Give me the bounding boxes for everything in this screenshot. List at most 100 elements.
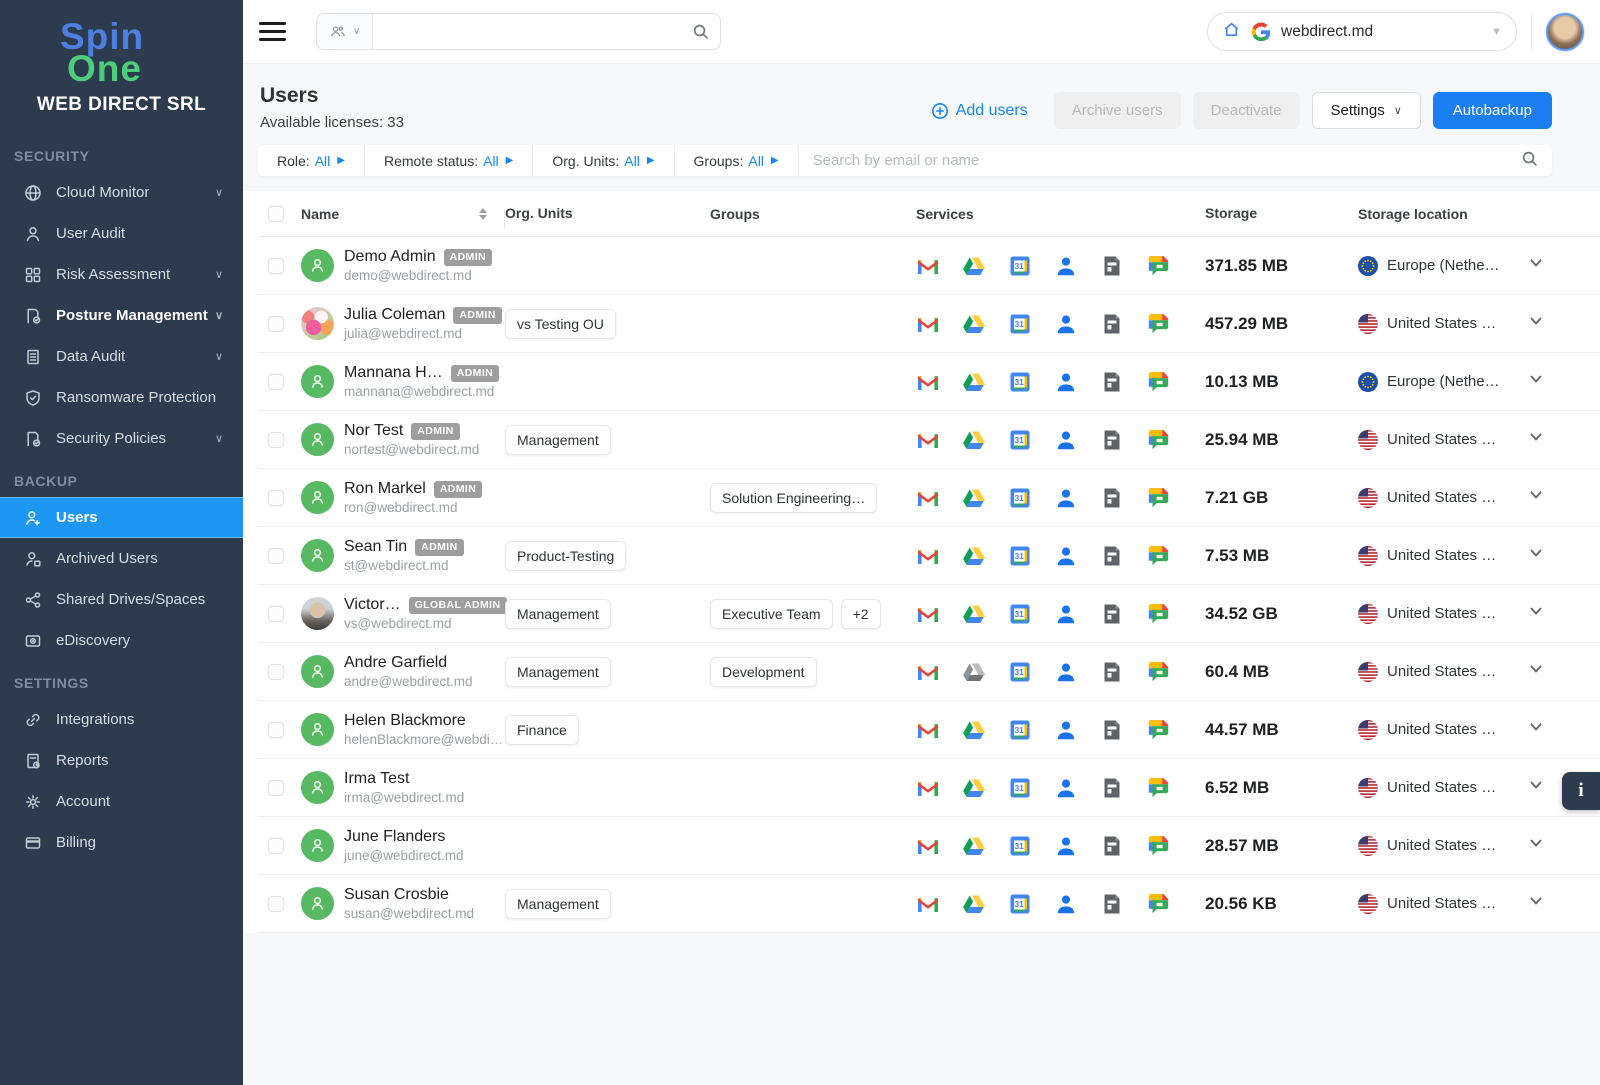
row-checkbox[interactable] bbox=[268, 258, 284, 274]
table-row[interactable]: Susan Crosbiesusan@webdirect.mdManagemen… bbox=[258, 875, 1600, 933]
hamburger-menu-icon[interactable] bbox=[259, 22, 286, 41]
us-flag-icon bbox=[1358, 546, 1378, 566]
avatar bbox=[301, 307, 334, 340]
drive-icon bbox=[962, 428, 986, 452]
svg-text:31: 31 bbox=[1014, 783, 1024, 793]
admin-badge: ADMIN bbox=[411, 423, 459, 440]
filter-remote-status[interactable]: Remote status:All▶ bbox=[365, 145, 533, 176]
sidebar-item-security-policies[interactable]: Security Policies∨ bbox=[0, 418, 243, 459]
contacts-icon bbox=[1054, 892, 1078, 916]
filter-label: Org. Units: bbox=[552, 153, 619, 169]
group-chip: Executive Team bbox=[710, 599, 833, 629]
row-checkbox[interactable] bbox=[268, 490, 284, 506]
group-chip: Development bbox=[710, 657, 817, 687]
user-avatar[interactable] bbox=[1546, 13, 1584, 51]
gear-icon bbox=[24, 793, 42, 811]
svg-text:31: 31 bbox=[1014, 899, 1024, 909]
sidebar-item-cloud-monitor[interactable]: Cloud Monitor∨ bbox=[0, 172, 243, 213]
row-checkbox[interactable] bbox=[268, 606, 284, 622]
sort-icon[interactable] bbox=[479, 208, 487, 220]
row-expand-chevron-icon[interactable] bbox=[1529, 546, 1543, 565]
plus-circle-icon bbox=[931, 102, 949, 120]
sidebar-item-account[interactable]: Account bbox=[0, 781, 243, 822]
sidebar-item-reports[interactable]: Reports bbox=[0, 740, 243, 781]
row-expand-chevron-icon[interactable] bbox=[1529, 778, 1543, 797]
search-icon[interactable] bbox=[692, 23, 709, 40]
row-checkbox[interactable] bbox=[268, 548, 284, 564]
person-archive-icon bbox=[24, 550, 42, 568]
storage-location: United States … bbox=[1387, 431, 1496, 448]
add-users-button[interactable]: Add users bbox=[931, 102, 1028, 120]
row-expand-chevron-icon[interactable] bbox=[1529, 488, 1543, 507]
table-row[interactable]: Victor…GLOBAL ADMINvs@webdirect.mdManage… bbox=[258, 585, 1600, 643]
caret-right-icon: ▶ bbox=[771, 155, 779, 166]
user-name-block: Nor TestADMINnortest@webdirect.md bbox=[344, 422, 479, 457]
row-expand-chevron-icon[interactable] bbox=[1529, 662, 1543, 681]
table-row[interactable]: Irma Testirma@webdirect.md316.52 MBUnite… bbox=[258, 759, 1600, 817]
sites-icon bbox=[1100, 428, 1124, 452]
row-checkbox[interactable] bbox=[268, 374, 284, 390]
table-row[interactable]: Julia ColemanADMINjulia@webdirect.mdvs T… bbox=[258, 295, 1600, 353]
autobackup-button[interactable]: Autobackup bbox=[1433, 92, 1552, 129]
row-expand-chevron-icon[interactable] bbox=[1529, 720, 1543, 739]
user-email: helenBlackmore@webdi… bbox=[344, 732, 503, 747]
filter-groups[interactable]: Groups:All▶ bbox=[675, 145, 799, 176]
row-checkbox[interactable] bbox=[268, 432, 284, 448]
row-checkbox[interactable] bbox=[268, 780, 284, 796]
table-row[interactable]: Mannana H…ADMINmannana@webdirect.md3110.… bbox=[258, 353, 1600, 411]
table-row[interactable]: Sean TinADMINst@webdirect.mdProduct-Test… bbox=[258, 527, 1600, 585]
user-name: Ron Markel bbox=[344, 480, 426, 498]
sidebar-item-user-audit[interactable]: User Audit bbox=[0, 213, 243, 254]
sidebar-item-data-audit[interactable]: Data Audit∨ bbox=[0, 336, 243, 377]
row-expand-chevron-icon[interactable] bbox=[1529, 256, 1543, 275]
sidebar-item-risk-assessment[interactable]: Risk Assessment∨ bbox=[0, 254, 243, 295]
filter-org-units[interactable]: Org. Units:All▶ bbox=[533, 145, 674, 176]
column-header-services: Services bbox=[916, 206, 974, 222]
archive-users-button[interactable]: Archive users bbox=[1054, 92, 1181, 129]
row-expand-chevron-icon[interactable] bbox=[1529, 430, 1543, 449]
info-button[interactable]: i bbox=[1562, 772, 1600, 810]
sidebar-item-shared-drives-spaces[interactable]: Shared Drives/Spaces bbox=[0, 579, 243, 620]
row-checkbox[interactable] bbox=[268, 722, 284, 738]
chat-icon bbox=[1146, 486, 1170, 510]
table-search-input[interactable] bbox=[813, 152, 1521, 169]
table-row[interactable]: Ron MarkelADMINron@webdirect.mdSolution … bbox=[258, 469, 1600, 527]
search-icon[interactable] bbox=[1521, 150, 1538, 172]
sidebar-item-users[interactable]: Users bbox=[0, 497, 243, 538]
table-search bbox=[799, 145, 1552, 176]
row-checkbox[interactable] bbox=[268, 838, 284, 854]
sidebar-item-billing[interactable]: Billing bbox=[0, 822, 243, 863]
sidebar-section-backup: BACKUP bbox=[0, 459, 243, 497]
row-checkbox[interactable] bbox=[268, 896, 284, 912]
sidebar-item-ediscovery[interactable]: eDiscovery bbox=[0, 620, 243, 661]
table-row[interactable]: Andre Garfieldandre@webdirect.mdManageme… bbox=[258, 643, 1600, 701]
row-checkbox[interactable] bbox=[268, 664, 284, 680]
sidebar-item-posture-management[interactable]: Posture Management∨ bbox=[0, 295, 243, 336]
table-row[interactable]: June Flandersjune@webdirect.md3128.57 MB… bbox=[258, 817, 1600, 875]
search-input[interactable] bbox=[373, 14, 692, 49]
settings-button[interactable]: Settings ∨ bbox=[1312, 92, 1421, 129]
search-scope-selector[interactable]: ∨ bbox=[317, 14, 373, 49]
sidebar-item-archived-users[interactable]: Archived Users bbox=[0, 538, 243, 579]
sidebar-item-integrations[interactable]: Integrations bbox=[0, 699, 243, 740]
select-all-checkbox[interactable] bbox=[268, 206, 284, 222]
row-expand-chevron-icon[interactable] bbox=[1529, 894, 1543, 913]
filter-role[interactable]: Role:All▶ bbox=[258, 145, 365, 176]
row-checkbox[interactable] bbox=[268, 316, 284, 332]
row-expand-chevron-icon[interactable] bbox=[1529, 836, 1543, 855]
sidebar-item-ransomware-protection[interactable]: Ransomware Protection bbox=[0, 377, 243, 418]
user-name: Mannana H… bbox=[344, 364, 443, 382]
domain-selector[interactable]: webdirect.md ▼ bbox=[1207, 12, 1517, 51]
table-row[interactable]: Nor TestADMINnortest@webdirect.mdManagem… bbox=[258, 411, 1600, 469]
svg-text:31: 31 bbox=[1014, 667, 1024, 677]
avatar bbox=[301, 771, 334, 804]
row-expand-chevron-icon[interactable] bbox=[1529, 314, 1543, 333]
table-row[interactable]: Demo AdminADMINdemo@webdirect.md31371.85… bbox=[258, 237, 1600, 295]
deactivate-button[interactable]: Deactivate bbox=[1193, 92, 1300, 129]
row-expand-chevron-icon[interactable] bbox=[1529, 372, 1543, 391]
us-flag-icon bbox=[1358, 894, 1378, 914]
gmail-icon bbox=[916, 602, 940, 626]
row-expand-chevron-icon[interactable] bbox=[1529, 604, 1543, 623]
table-row[interactable]: Helen BlackmorehelenBlackmore@webdi…Fina… bbox=[258, 701, 1600, 759]
sidebar-item-label: eDiscovery bbox=[56, 632, 130, 649]
